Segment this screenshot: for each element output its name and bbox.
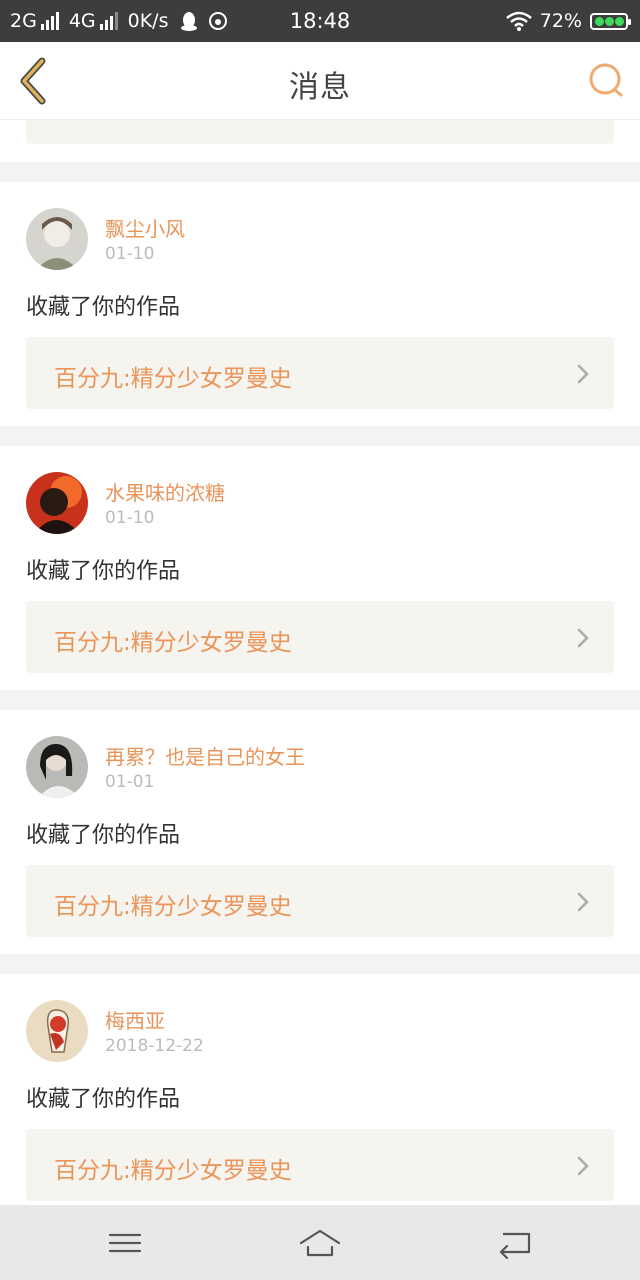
message-date: 01-10 xyxy=(105,244,155,264)
message-date: 01-10 xyxy=(105,508,155,528)
work-link[interactable]: 百分九:精分少女罗曼史 xyxy=(26,865,614,937)
list-item: 飘尘小风 01-10 收藏了你的作品 百分九:精分少女罗曼史 xyxy=(0,182,640,426)
chevron-right-icon xyxy=(577,892,589,912)
work-title: 百分九:精分少女罗曼史 xyxy=(54,894,292,920)
message-action: 收藏了你的作品 xyxy=(26,559,181,584)
work-box-partial[interactable] xyxy=(26,120,614,144)
top-navbar: 消息 xyxy=(0,42,640,120)
wifi-icon xyxy=(505,11,532,31)
message-action: 收藏了你的作品 xyxy=(26,295,181,320)
work-link[interactable]: 百分九:精分少女罗曼史 xyxy=(26,1129,614,1201)
avatar[interactable] xyxy=(26,472,88,534)
list-item: 水果味的浓糖 01-10 收藏了你的作品 百分九:精分少女罗曼史 xyxy=(0,446,640,690)
status-right: 72% xyxy=(505,10,631,32)
work-link[interactable]: 百分九:精分少女罗曼史 xyxy=(26,601,614,673)
battery-icon xyxy=(590,12,631,30)
menu-icon[interactable] xyxy=(103,1225,147,1261)
search-icon[interactable] xyxy=(586,60,626,100)
chevron-right-icon xyxy=(577,628,589,648)
avatar[interactable] xyxy=(26,1000,88,1062)
work-title: 百分九:精分少女罗曼史 xyxy=(54,366,292,392)
home-icon[interactable] xyxy=(298,1225,342,1261)
user-name[interactable]: 梅西亚 xyxy=(105,1005,165,1034)
chevron-right-icon xyxy=(577,364,589,384)
avatar[interactable] xyxy=(26,736,88,798)
message-action: 收藏了你的作品 xyxy=(26,1087,181,1112)
user-name[interactable]: 再累？也是自己的女王 xyxy=(105,741,305,770)
work-link[interactable]: 百分九:精分少女罗曼史 xyxy=(26,337,614,409)
work-title: 百分九:精分少女罗曼史 xyxy=(54,630,292,656)
page-title: 消息 xyxy=(289,70,351,105)
user-name[interactable]: 飘尘小风 xyxy=(105,213,185,242)
list-item-partial xyxy=(0,120,640,162)
message-date: 01-01 xyxy=(105,772,155,792)
list-item: 再累？也是自己的女王 01-01 收藏了你的作品 百分九:精分少女罗曼史 xyxy=(0,710,640,954)
work-title: 百分九:精分少女罗曼史 xyxy=(54,1158,292,1184)
user-name[interactable]: 水果味的浓糖 xyxy=(105,477,225,506)
list-item: 梅西亚 2018-12-22 收藏了你的作品 百分九:精分少女罗曼史 xyxy=(0,974,640,1205)
message-date: 2018-12-22 xyxy=(105,1036,204,1056)
message-action: 收藏了你的作品 xyxy=(26,823,181,848)
system-nav-bar xyxy=(0,1205,640,1280)
message-list[interactable]: 飘尘小风 01-10 收藏了你的作品 百分九:精分少女罗曼史 水果味的浓糖 01… xyxy=(0,120,640,1205)
back-icon[interactable] xyxy=(493,1225,537,1261)
avatar[interactable] xyxy=(26,208,88,270)
chevron-right-icon xyxy=(577,1156,589,1176)
battery-percent: 72% xyxy=(539,10,582,32)
status-bar: 2G 4G 0K/s 18:48 72% xyxy=(0,0,640,42)
